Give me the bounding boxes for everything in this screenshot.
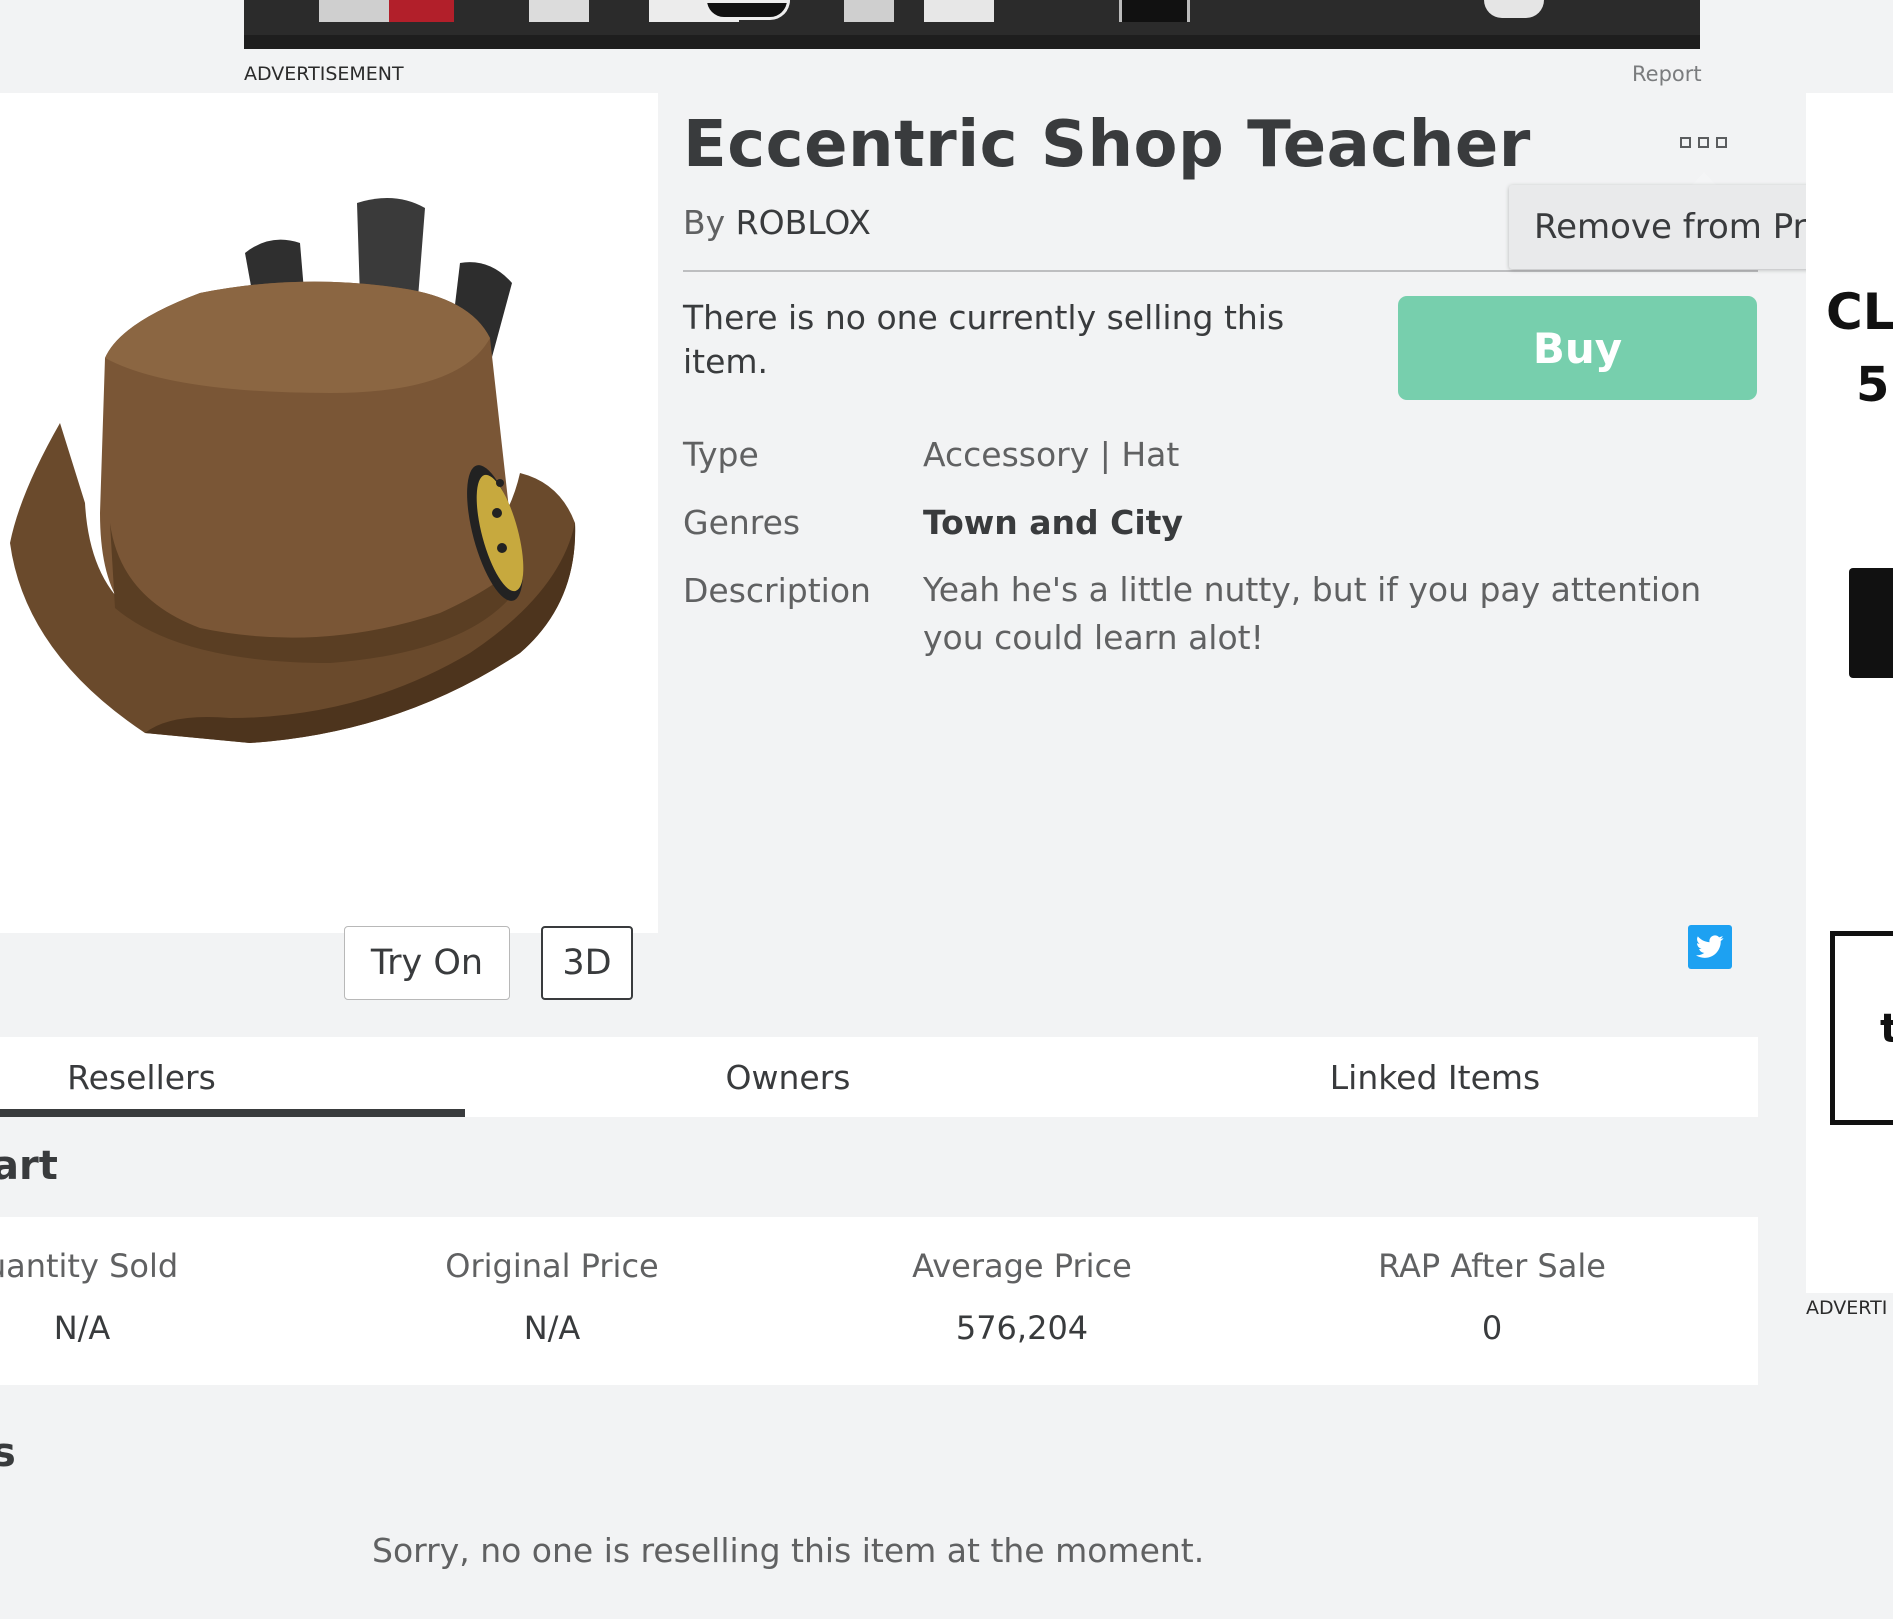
genres-value[interactable]: Town and City [923, 503, 1183, 542]
item-tabs: Resellers Owners Linked Items [0, 1037, 1758, 1117]
title-divider [683, 270, 1758, 272]
advertisement-label: ADVERTISEMENT [244, 63, 404, 85]
right-advertisement-label: ADVERTI [1806, 1297, 1888, 1319]
ellipsis-square-icon [1698, 137, 1709, 148]
item-thumbnail-image [10, 198, 576, 743]
description-label: Description [683, 571, 871, 610]
tab-linked-items[interactable]: Linked Items [1290, 1037, 1580, 1117]
try-on-button[interactable]: Try On [344, 926, 510, 1000]
no-resellers-message: Sorry, no one is reselling this item at … [372, 1531, 1205, 1570]
top-ad-banner[interactable] [244, 0, 1700, 49]
description-text: Yeah he's a little nutty, but if you pay… [923, 570, 1702, 657]
report-ad-link[interactable]: Report [1632, 62, 1702, 86]
item-creator: By ROBLOX [683, 203, 871, 242]
type-value: Accessory | Hat [923, 435, 1180, 474]
type-label: Type [683, 435, 759, 474]
original-price-label: Original Price [445, 1247, 659, 1285]
original-price-value: N/A [523, 1309, 581, 1347]
item-thumbnail-panel: Try On 3D [0, 93, 658, 1000]
no-sellers-message: There is no one currently selling this i… [683, 298, 1285, 381]
right-ad-text: 5 [1856, 357, 1890, 413]
twitter-bird-icon [1696, 935, 1724, 958]
twitter-share-button[interactable] [1688, 925, 1732, 969]
3d-button[interactable]: 3D [541, 926, 633, 1000]
tab-owners[interactable]: Owners [620, 1037, 956, 1117]
chart-section-heading: art [0, 1143, 58, 1189]
more-options-button[interactable] [1680, 137, 1730, 155]
average-price-label: Average Price [912, 1247, 1132, 1285]
average-price-value: 576,204 [955, 1309, 1089, 1347]
right-ad-box: t [1830, 931, 1893, 1125]
sales-stats-panel: uantity Sold N/A Original Price N/A Aver… [0, 1217, 1758, 1385]
quantity-sold-value: N/A [53, 1309, 111, 1347]
tab-resellers[interactable]: Resellers [0, 1037, 283, 1117]
creator-prefix: By [683, 203, 726, 242]
right-ad-text: CL [1826, 283, 1893, 341]
genres-label: Genres [683, 503, 801, 542]
right-ad-graphic [1849, 568, 1893, 678]
ellipsis-square-icon [1716, 137, 1727, 148]
resellers-section-heading: s [0, 1430, 16, 1476]
buy-button[interactable]: Buy [1398, 296, 1757, 400]
rap-after-sale-label: RAP After Sale [1378, 1247, 1606, 1285]
active-tab-indicator [0, 1109, 465, 1117]
item-title: Eccentric Shop Teacher [683, 108, 1531, 182]
menu-caret [1691, 172, 1717, 186]
right-ad-banner[interactable]: CL 5 t [1806, 93, 1893, 1293]
right-ad-text: t [1880, 1006, 1893, 1052]
quantity-sold-label: uantity Sold [0, 1247, 179, 1285]
rap-after-sale-value: 0 [1481, 1309, 1503, 1347]
creator-link[interactable]: ROBLOX [736, 203, 871, 242]
ellipsis-square-icon [1680, 137, 1691, 148]
